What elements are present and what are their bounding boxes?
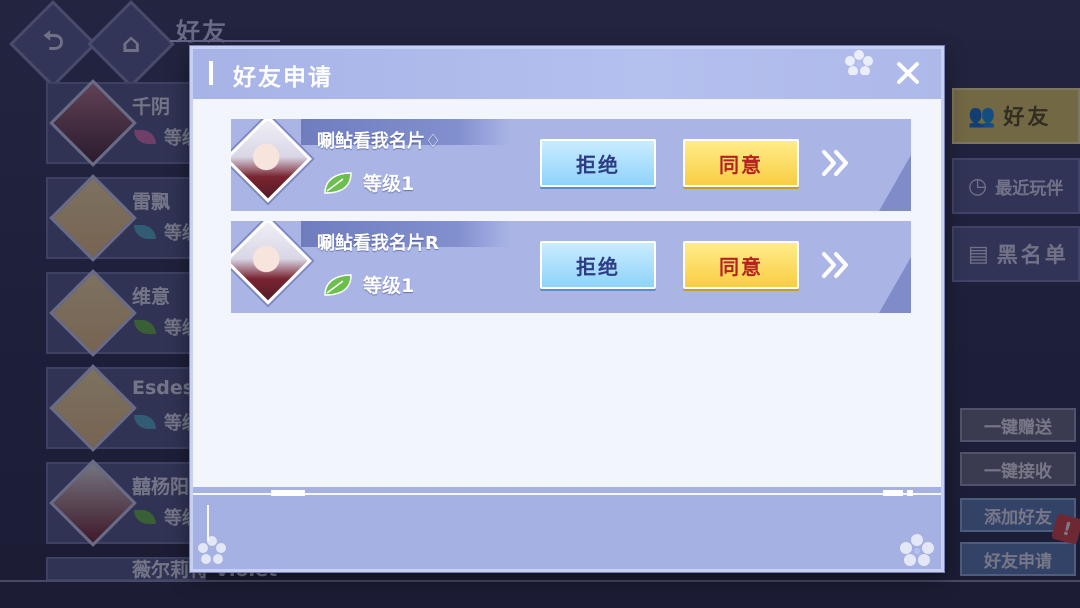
level-leaf-icon (134, 130, 156, 144)
dialog-footer (193, 487, 941, 569)
friend-avatar (49, 364, 137, 452)
friend-name: 雷飘 (132, 191, 171, 213)
row-corner-decoration (879, 155, 911, 211)
footer-mark (271, 490, 305, 496)
sakura-decoration-icon (845, 50, 873, 75)
dialog-header: 好友申请 (193, 49, 941, 99)
level-leaf-icon (134, 510, 156, 524)
blacklist-icon: ▤ (968, 241, 989, 267)
request-list: 唰鲇看我名片♢ 等级1 拒绝 同意 唰鲇看我名片R 等级1 拒绝 同意 (193, 99, 941, 487)
gift-all-button[interactable]: 一键赠送 (960, 408, 1076, 442)
reject-button[interactable]: 拒绝 (540, 241, 656, 289)
back-button[interactable]: ⮌ (9, 0, 97, 88)
friend-card[interactable]: 薇尔莉特 Violet (46, 557, 277, 581)
home-icon: ⌂ (121, 29, 141, 59)
tab-recent-players[interactable]: ◷ 最近玩伴 (952, 158, 1080, 214)
level-leaf-icon (324, 172, 352, 194)
requester-level: 等级1 (363, 275, 415, 297)
friend-name: Esdes (132, 377, 195, 399)
tab-label: 最近玩伴 (995, 178, 1064, 199)
requester-name: 唰鲇看我名片♢ (317, 131, 442, 152)
sakura-decoration-icon (198, 536, 226, 564)
friend-card[interactable]: 千阴 等级 (46, 79, 206, 167)
avatar[interactable] (231, 221, 312, 305)
avatar-image (231, 120, 312, 203)
level-leaf-icon (134, 225, 156, 239)
title-accent-bar (209, 61, 213, 85)
bottom-divider (0, 580, 1080, 582)
request-row: 唰鲇看我名片R 等级1 拒绝 同意 (231, 221, 911, 313)
friend-avatar (49, 79, 137, 167)
footer-mark (883, 490, 903, 496)
friend-name: 维意 (132, 286, 171, 308)
friend-avatar (49, 269, 137, 357)
level-leaf-icon (324, 274, 352, 296)
tab-friends[interactable]: 👥 好友 (952, 88, 1080, 144)
friend-name: 囍杨阳 (132, 476, 190, 498)
double-chevron-right-icon[interactable] (821, 251, 851, 279)
requester-level: 等级1 (363, 173, 415, 195)
friend-card[interactable]: Esdes 等级 (46, 364, 206, 452)
level-leaf-icon (134, 415, 156, 429)
close-icon (897, 62, 919, 84)
footer-divider (193, 493, 941, 495)
tab-label: 黑名单 (996, 243, 1069, 267)
double-chevron-right-icon[interactable] (821, 149, 851, 177)
friend-avatar (49, 174, 137, 262)
alert-badge: ! (1051, 513, 1080, 545)
requester-name: 唰鲇看我名片R (317, 233, 439, 254)
sakura-decoration-icon (900, 534, 934, 566)
tab-label: 好友 (1003, 105, 1052, 129)
row-corner-decoration (879, 257, 911, 313)
friend-card[interactable]: 囍杨阳 等级 (46, 459, 206, 547)
avatar-image (231, 222, 312, 305)
dialog-title: 好友申请 (233, 65, 333, 91)
friend-requests-button[interactable]: 好友申请 (960, 542, 1076, 576)
friend-card[interactable]: 雷飘 等级 (46, 174, 206, 262)
friend-avatar (49, 459, 137, 547)
reject-button[interactable]: 拒绝 (540, 139, 656, 187)
receive-all-button[interactable]: 一键接收 (960, 452, 1076, 486)
recent-players-icon: ◷ (968, 173, 988, 199)
friend-card[interactable]: 维意 等级 (46, 269, 206, 357)
friend-request-dialog: 好友申请 唰鲇看我名片♢ 等级1 拒绝 同意 唰鲇看我名片R 等级1 拒绝 同意 (190, 46, 944, 572)
avatar[interactable] (231, 119, 312, 203)
footer-mark (907, 490, 913, 496)
level-leaf-icon (134, 320, 156, 334)
friends-icon: 👥 (968, 103, 996, 129)
friend-name: 千阴 (132, 96, 171, 118)
title-underline (170, 40, 280, 42)
close-button[interactable] (893, 58, 923, 88)
accept-button[interactable]: 同意 (683, 139, 799, 187)
accept-button[interactable]: 同意 (683, 241, 799, 289)
request-row: 唰鲇看我名片♢ 等级1 拒绝 同意 (231, 119, 911, 211)
tab-blacklist[interactable]: ▤ 黑名单 (952, 226, 1080, 282)
back-arrow-icon: ⮌ (42, 25, 64, 56)
home-button[interactable]: ⌂ (87, 0, 175, 88)
